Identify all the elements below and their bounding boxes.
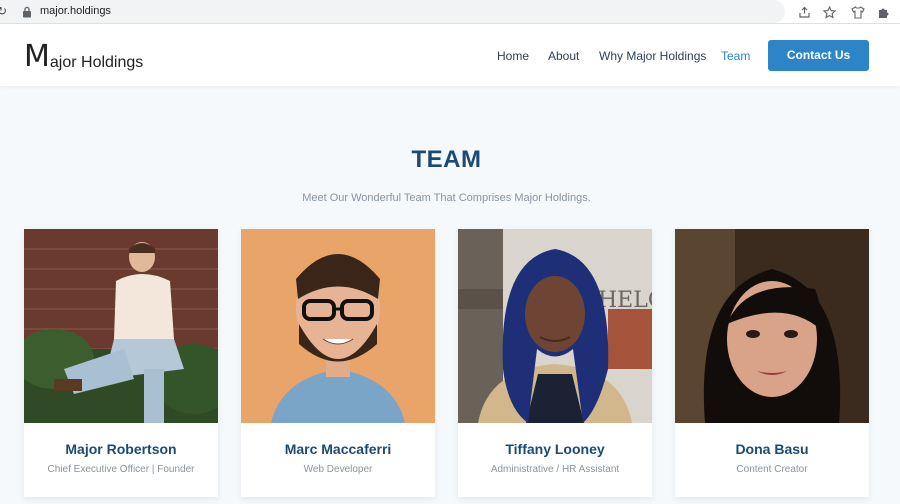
member-photo [24, 229, 218, 423]
nav-about[interactable]: About [548, 48, 579, 64]
share-icon[interactable] [796, 4, 812, 20]
team-card: Major Robertson Chief Executive Officer … [24, 229, 218, 497]
member-role: Web Developer [303, 464, 373, 475]
nav-why-major-holdings[interactable]: Why Major Holdings [599, 48, 706, 64]
star-icon[interactable] [821, 4, 837, 20]
section-subtitle: Meet Our Wonderful Team That Comprises M… [302, 192, 591, 204]
extension-shirt-icon[interactable] [850, 4, 866, 20]
nav-home[interactable]: Home [497, 48, 529, 64]
lock-icon[interactable] [22, 5, 32, 18]
logo-text: ajor Holdings [49, 54, 144, 71]
reload-icon[interactable]: ↻ [0, 4, 7, 18]
member-name: Tiffany Looney [505, 441, 605, 457]
address-bar[interactable]: ↻ major.holdings [0, 0, 785, 23]
nav-team[interactable]: Team [721, 48, 750, 64]
section-title: TEAM [411, 146, 482, 173]
member-name: Marc Maccaferri [284, 441, 392, 457]
member-role: Administrative / HR Assistant [490, 464, 620, 475]
member-name: Dona Basu [735, 441, 809, 457]
contact-us-button[interactable]: Contact Us [768, 40, 869, 71]
member-photo [675, 229, 869, 423]
member-photo [241, 229, 435, 423]
url-text[interactable]: major.holdings [40, 4, 111, 19]
logo[interactable]: M ajor Holdings [24, 40, 143, 72]
logo-initial: M [24, 39, 50, 74]
member-role: Content Creator [736, 464, 808, 475]
team-card: Marc Maccaferri Web Developer [241, 229, 435, 497]
member-name: Major Robertson [65, 441, 177, 457]
site-header: M ajor Holdings Home About Why Major Hol… [0, 24, 900, 86]
browser-toolbar: ↻ major.holdings [0, 0, 900, 24]
team-card: Dona Basu Content Creator [675, 229, 869, 497]
puzzle-icon[interactable] [875, 4, 891, 20]
member-photo: HELO [458, 229, 652, 423]
member-role: Chief Executive Officer | Founder [47, 464, 195, 475]
team-card: HELO Tiffany Looney Administrative / HR … [458, 229, 652, 497]
